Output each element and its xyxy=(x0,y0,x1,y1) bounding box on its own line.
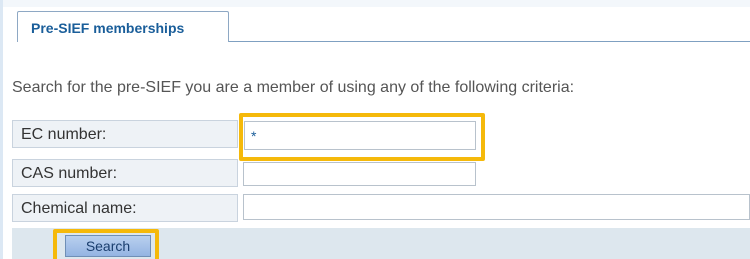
ec-number-label: EC number: xyxy=(12,120,238,148)
chemical-name-label: Chemical name: xyxy=(12,194,238,222)
cas-number-input[interactable] xyxy=(243,162,476,186)
search-instructions: Search for the pre-SIEF you are a member… xyxy=(12,79,575,96)
cas-number-label: CAS number: xyxy=(12,159,238,187)
ec-number-input[interactable] xyxy=(244,121,476,150)
search-button[interactable]: Search xyxy=(65,235,151,257)
search-page: Pre-SIEF memberships Search for the pre-… xyxy=(0,0,750,259)
tab-label: Pre-SIEF memberships xyxy=(31,20,185,36)
left-border xyxy=(0,0,3,259)
tab-pre-sief-memberships[interactable]: Pre-SIEF memberships xyxy=(17,11,229,42)
top-band xyxy=(0,0,750,7)
chemical-name-input[interactable] xyxy=(243,194,750,220)
